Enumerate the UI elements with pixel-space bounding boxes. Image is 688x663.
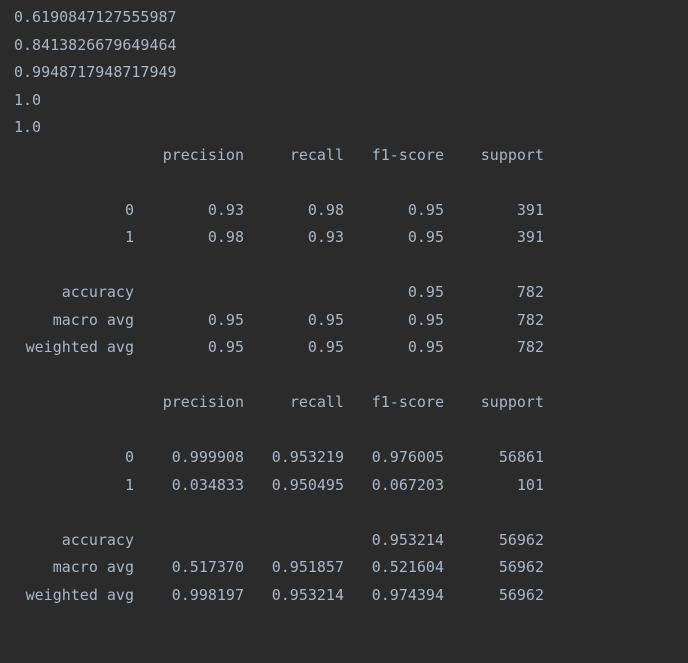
row-support: 782 [516,338,544,356]
row-support: 101 [516,475,544,494]
header-support: support [480,393,544,411]
score-line: 0.6190847127555987 [14,8,177,26]
row-label: 1 [124,228,134,246]
row-label: macro avg [52,558,134,576]
console-output: 0.6190847127555987 0.8413826679649464 0.… [0,0,688,663]
row-f1-score: 0.95 [407,228,444,246]
report-row: 1 0.034833 0.950495 0.067203 101 [14,472,688,500]
report-row: 1 0.98 0.93 0.95 391 [14,224,688,252]
row-support: 56962 [498,530,544,549]
row-recall: 0.953219 [271,448,344,466]
row-f1-score: 0.953214 [371,530,444,549]
row-label: 1 [124,475,134,494]
score-line: 1.0 [14,90,42,109]
header-f1-score: f1-score [371,145,444,164]
report-header: precision recall f1-score support [14,142,688,170]
row-recall: 0.953214 [271,585,344,604]
header-recall: recall [289,393,344,411]
row-support: 56962 [498,558,544,576]
summary-row: macro avg 0.517370 0.951857 0.521604 56962 [14,554,688,582]
header-f1-score: f1-score [371,393,444,411]
row-f1-score: 0.95 [407,200,444,219]
row-support: 391 [516,228,544,246]
header-recall: recall [289,145,344,164]
row-precision: 0.95 [207,338,244,356]
report-row: 0 0.93 0.98 0.95 391 [14,197,688,225]
row-recall: 0.95 [307,310,344,329]
summary-row: accuracy 0.95 782 [14,279,688,307]
header-precision: precision [162,393,244,411]
row-label: macro avg [52,310,134,329]
summary-row: accuracy 0.953214 56962 [14,527,688,555]
row-recall: 0.95 [307,338,344,356]
row-recall: 0.98 [307,200,344,219]
row-f1-score: 0.95 [407,283,444,301]
report-row: 0 0.999908 0.953219 0.976005 56861 [14,444,688,472]
row-f1-score: 0.95 [407,338,444,356]
header-precision: precision [162,145,244,164]
summary-row: weighted avg 0.95 0.95 0.95 782 [14,334,688,362]
score-line: 0.8413826679649464 [14,35,177,54]
scrollbar[interactable] [680,0,688,663]
row-precision: 0.034833 [171,475,244,494]
row-recall: 0.93 [307,228,344,246]
row-label: weighted avg [25,338,134,356]
row-f1-score: 0.521604 [371,558,444,576]
row-label: 0 [124,200,134,219]
row-precision: 0.998197 [171,585,244,604]
row-label: 0 [124,448,134,466]
report-header: precision recall f1-score support [14,389,688,417]
row-label: accuracy [61,283,134,301]
row-precision: 0.999908 [171,448,244,466]
row-f1-score: 0.95 [407,310,444,329]
header-support: support [480,145,544,164]
row-precision: 0.517370 [171,558,244,576]
row-recall: 0.950495 [271,475,344,494]
row-label: weighted avg [25,585,134,604]
row-support: 391 [516,200,544,219]
row-f1-score: 0.976005 [371,448,444,466]
summary-row: macro avg 0.95 0.95 0.95 782 [14,307,688,335]
summary-row: weighted avg 0.998197 0.953214 0.974394 5696… [14,582,688,610]
row-support: 782 [516,310,544,329]
score-line: 0.9948717948717949 [14,63,177,81]
row-precision: 0.98 [207,228,244,246]
score-line: 1.0 [14,118,42,136]
row-support: 56861 [498,448,544,466]
row-f1-score: 0.067203 [371,475,444,494]
row-support: 56962 [498,585,544,604]
row-support: 782 [516,283,544,301]
row-f1-score: 0.974394 [371,585,444,604]
row-label: accuracy [61,530,134,549]
row-precision: 0.93 [207,200,244,219]
row-recall: 0.951857 [271,558,344,576]
row-precision: 0.95 [207,310,244,329]
